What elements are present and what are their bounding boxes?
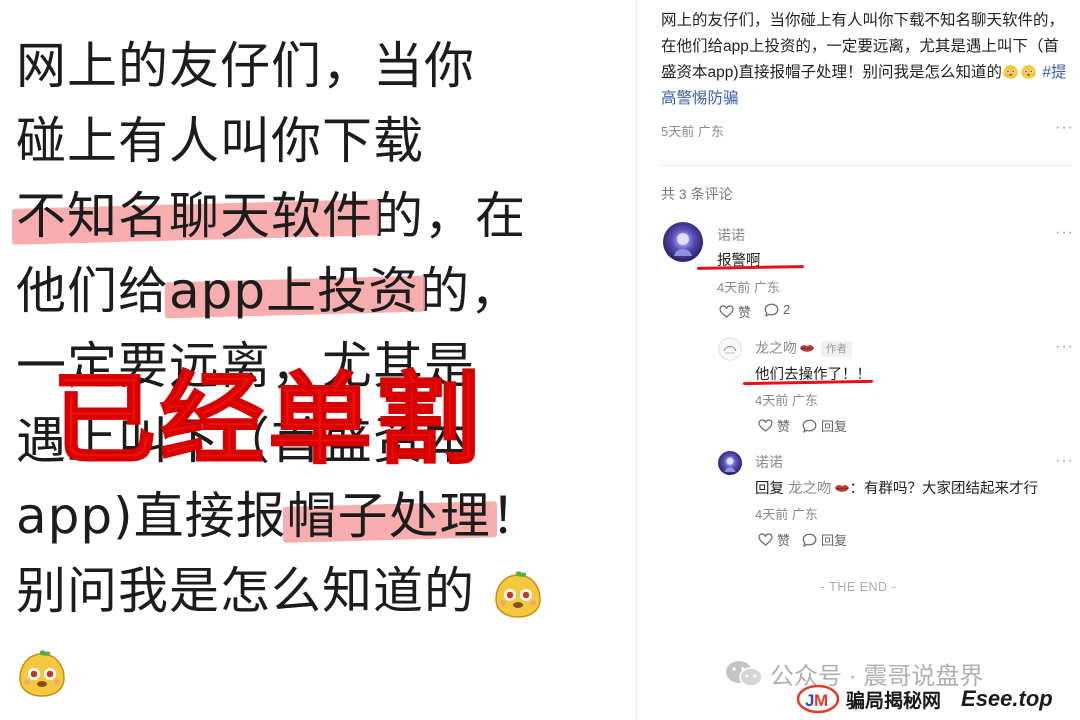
comment-more-button[interactable]: ··· [1055, 224, 1074, 242]
wechat-icon [726, 660, 763, 687]
section-divider [661, 165, 1073, 166]
image-text-line-1: 网上的友仔们，当你 [16, 37, 475, 95]
site-name-cn: 骗局揭秘网 [846, 689, 942, 712]
avatar[interactable] [718, 451, 742, 475]
mango-face-emoji-icon [495, 570, 541, 618]
reply-count-button[interactable]: 2 [764, 302, 790, 317]
comment-meta: 4天前 广东 [755, 507, 818, 522]
like-label: 赞 [738, 305, 752, 320]
reply-button[interactable]: 回复 [802, 530, 847, 549]
comment-more-button[interactable]: ··· [1055, 338, 1074, 356]
overlay-stamp-text: 已经单割 [51, 361, 485, 479]
reply-count: 2 [783, 302, 791, 317]
lips-emoji-icon [800, 345, 814, 352]
comment-bubble-icon [802, 533, 817, 547]
image-text-line-4: 他们给app上投资的， [16, 262, 522, 320]
post-more-button[interactable]: ··· [1055, 119, 1074, 137]
mango-face-emoji-icon [1003, 64, 1018, 79]
comment-meta: 4天前 广东 [755, 393, 818, 408]
image-text-line-8: 别问我是怎么知道的 [16, 561, 544, 621]
image-text-line-3: 不知名聊天软件的，在 [16, 187, 526, 245]
highlight-mark: 帽子处理 [286, 487, 491, 545]
author-badge: 作者 [821, 341, 852, 357]
comment-more-button[interactable]: ··· [1055, 452, 1074, 470]
heart-icon [758, 533, 773, 546]
post-meta: 5天前 广东 [661, 124, 724, 139]
highlight-mark: app上投资 [169, 262, 420, 320]
commenter-name[interactable]: 龙之吻 作者 [755, 338, 852, 358]
commenter-name[interactable]: 诺诺 [755, 452, 783, 472]
like-label: 赞 [777, 419, 791, 434]
avatar[interactable] [718, 337, 742, 361]
comment-text: 回复 龙之吻 ：有群吗？大家团结起来才行 [755, 481, 1039, 497]
commenter-name[interactable]: 诺诺 [717, 225, 745, 245]
like-label: 赞 [777, 533, 791, 548]
comment-count: 共 3 条评论 [661, 186, 733, 202]
heart-icon [758, 419, 773, 432]
reply-to-name[interactable]: 龙之吻 [788, 481, 832, 497]
reply-label: 回复 [821, 533, 848, 548]
post-image: 网上的友仔们，当你 碰上有人叫你下载 不知名聊天软件的，在 他们给app上投资的… [0, 0, 636, 720]
post-body: 网上的友仔们，当你碰上有人叫你下载不知名聊天软件的，在他们给app上投资的，一定… [661, 12, 1067, 107]
image-text-line-2: 碰上有人叫你下载 [16, 112, 424, 170]
end-marker: - THE END - [820, 580, 897, 594]
like-button[interactable]: 赞 [719, 302, 751, 321]
jm-logo-icon: JM [796, 684, 840, 714]
like-button[interactable]: 赞 [758, 530, 790, 549]
comment-bubble-icon [764, 303, 779, 317]
image-text-line-7: app)直接报帽子处理！ [16, 487, 542, 545]
heart-icon [719, 305, 734, 318]
site-watermark: JM 骗局揭秘网 Esee.top [796, 684, 1053, 714]
reply-label: 回复 [821, 419, 848, 434]
reply-button[interactable]: 回复 [802, 416, 847, 435]
post-detail-panel: 网上的友仔们，当你碰上有人叫你下载不知名聊天软件的，在他们给app上投资的，一定… [637, 0, 1080, 720]
mango-face-emoji-icon [19, 649, 65, 697]
mango-face-emoji-icon [1021, 64, 1036, 79]
svg-text:M: M [814, 691, 828, 710]
lips-emoji-icon [834, 485, 849, 492]
comment-meta: 4天前 广东 [717, 280, 780, 295]
comment-bubble-icon [802, 419, 817, 433]
site-name-en: Esee.top [961, 686, 1053, 711]
image-text-line-9 [16, 640, 68, 700]
avatar[interactable] [663, 222, 703, 262]
like-button[interactable]: 赞 [758, 416, 790, 435]
highlight-mark: 不知名聊天软件 [16, 187, 373, 245]
